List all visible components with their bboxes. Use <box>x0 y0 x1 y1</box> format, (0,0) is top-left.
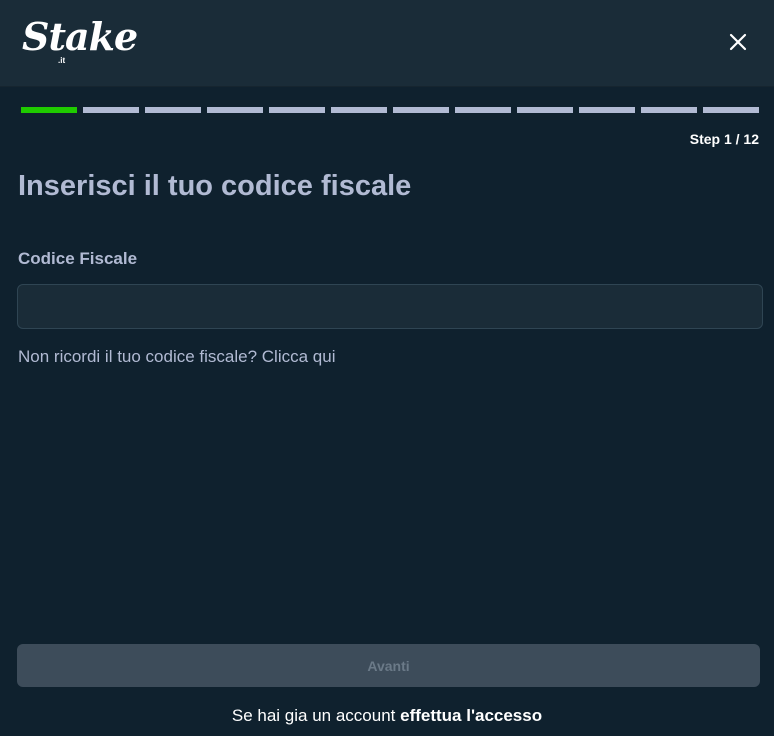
close-button[interactable] <box>724 28 752 56</box>
progress-segment <box>207 107 263 113</box>
progress-segment <box>703 107 759 113</box>
progress-segment <box>455 107 511 113</box>
progress-segment <box>579 107 635 113</box>
progress-segment <box>393 107 449 113</box>
codice-fiscale-label: Codice Fiscale <box>18 249 138 268</box>
progress-segment <box>641 107 697 113</box>
page-title: Inserisci il tuo codice fiscale <box>18 170 412 202</box>
progress-segment <box>21 107 77 113</box>
step-progress-bar <box>21 107 759 113</box>
forgot-codice-link[interactable]: Non ricordi il tuo codice fiscale? Clicc… <box>18 347 335 367</box>
login-link[interactable]: effettua l'accesso <box>400 706 542 725</box>
modal-header: Stake .it <box>0 0 774 87</box>
progress-segment <box>517 107 573 113</box>
progress-segment <box>269 107 325 113</box>
stake-logo-domain: .it <box>58 56 66 65</box>
stake-logo: Stake <box>22 14 138 59</box>
next-button[interactable]: Avanti <box>17 644 760 687</box>
login-prompt-text: Se hai gia un account <box>231 706 401 725</box>
close-icon <box>729 33 747 51</box>
progress-segment <box>331 107 387 113</box>
step-counter: Step 1 / 12 <box>689 131 759 147</box>
progress-segment <box>145 107 201 113</box>
codice-fiscale-input[interactable] <box>17 284 763 329</box>
progress-segment <box>83 107 139 113</box>
registration-modal: Stake .it Step 1 / 12 Inserisci il tuo c… <box>0 0 774 736</box>
login-prompt: Se hai gia un account effettua l'accesso <box>0 706 774 726</box>
